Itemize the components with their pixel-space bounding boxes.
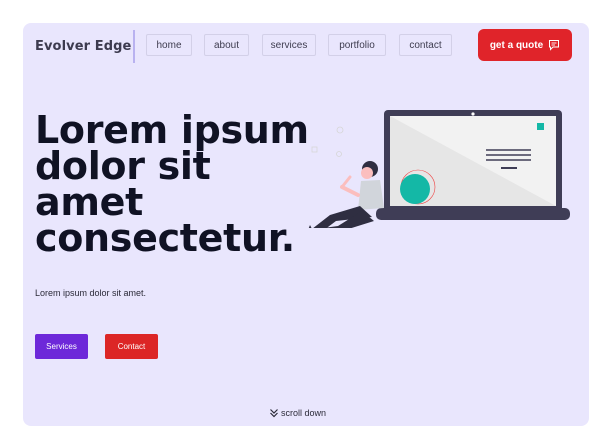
nav-home[interactable]: home <box>146 34 192 56</box>
nav-about[interactable]: about <box>204 34 249 56</box>
services-button[interactable]: Services <box>35 334 88 359</box>
contact-button[interactable]: Contact <box>105 334 158 359</box>
scroll-down-label: scroll down <box>281 408 327 418</box>
get-a-quote-button[interactable]: get a quote <box>478 29 572 61</box>
chat-bubble-icon <box>549 40 560 51</box>
brand-logo[interactable]: Evolver Edge <box>35 39 131 54</box>
brand-divider <box>133 30 135 63</box>
hero-section: Evolver Edge home about services portfol… <box>23 23 589 426</box>
hero-title: Lorem ipsum dolor sit amet consectetur. <box>35 108 309 260</box>
scroll-down-link[interactable]: scroll down <box>269 408 326 418</box>
nav-contact[interactable]: contact <box>399 34 452 56</box>
get-a-quote-label: get a quote <box>489 39 544 51</box>
hero-subtitle: Lorem ipsum dolor sit amet. <box>35 288 147 298</box>
nav-portfolio[interactable]: portfolio <box>328 34 386 56</box>
nav-services[interactable]: services <box>262 34 316 56</box>
double-chevron-down-icon <box>270 409 278 418</box>
person-with-laptop-illustration <box>308 110 570 228</box>
